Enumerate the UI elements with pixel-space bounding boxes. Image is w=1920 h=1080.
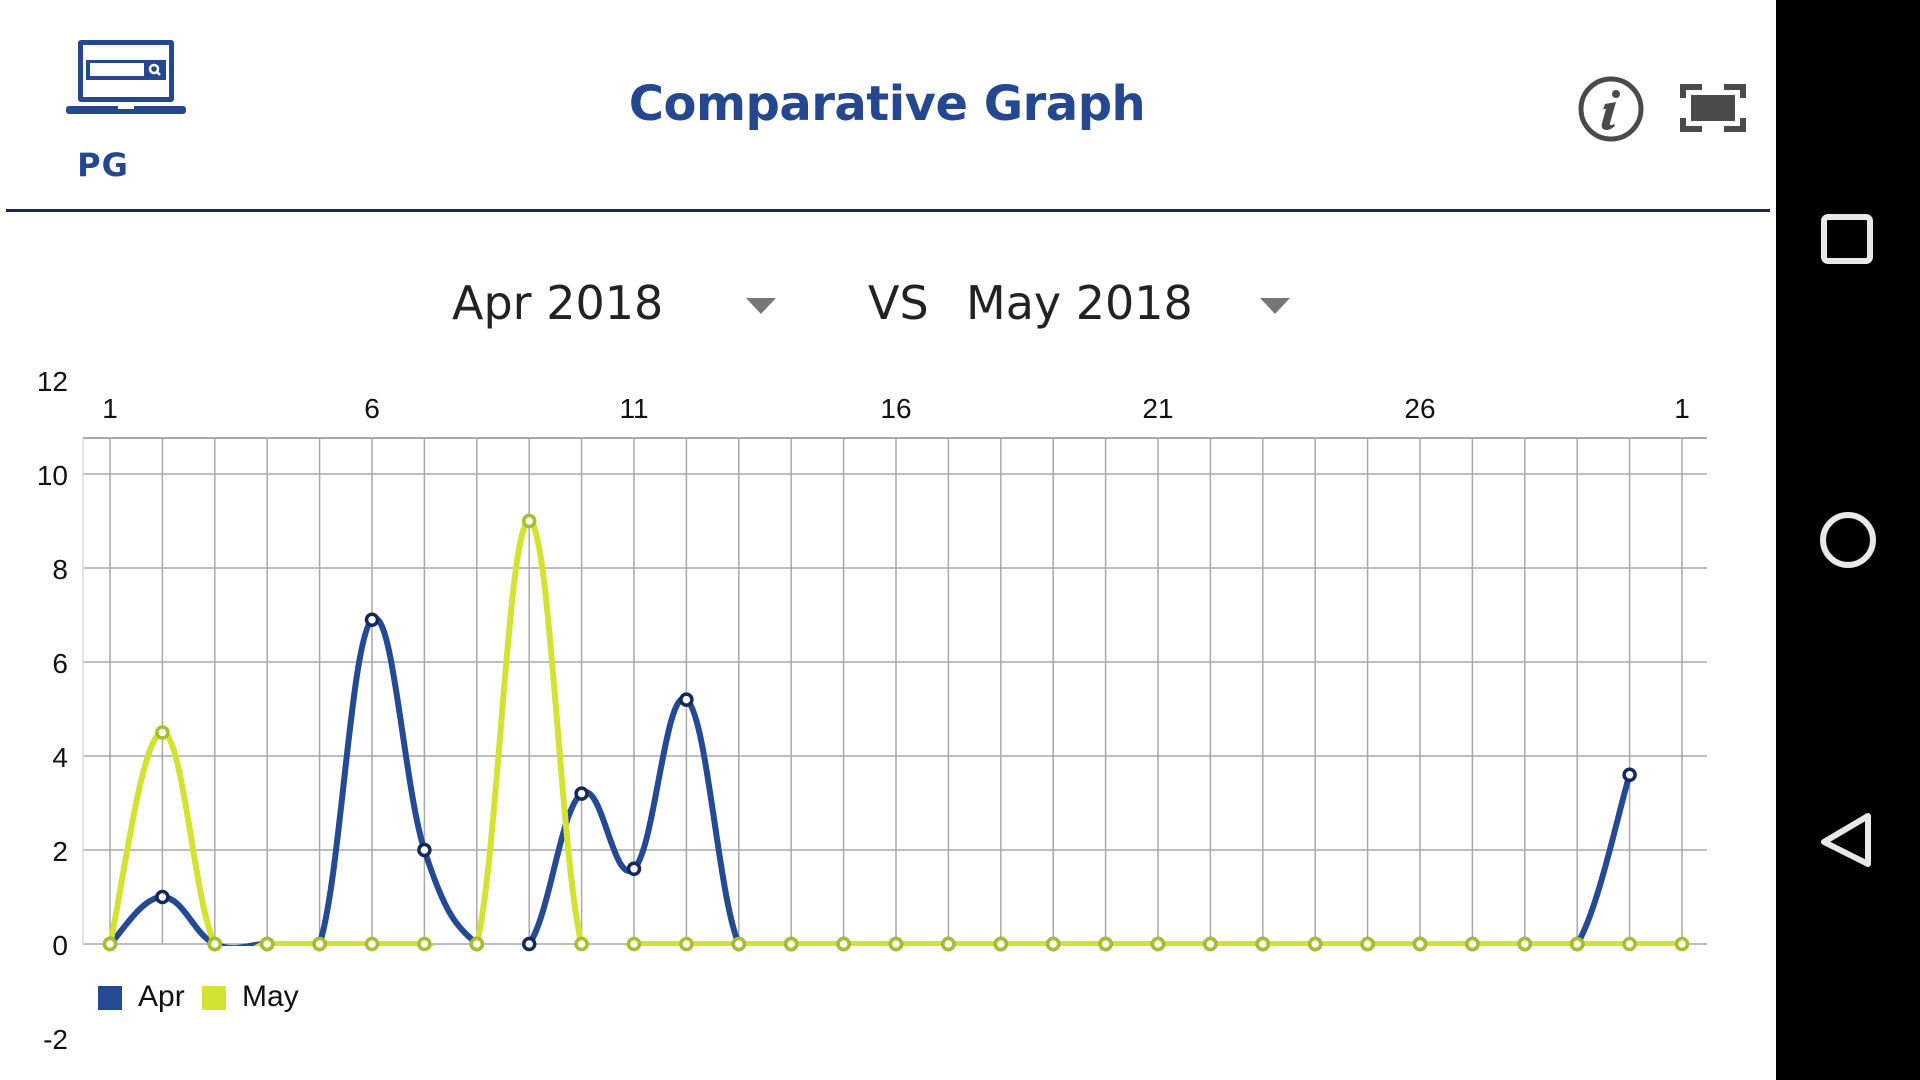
y-tick-label: 4 xyxy=(52,742,68,773)
app-screen: PG Comparative Graph Apr 2018 May 2018 V… xyxy=(0,0,1776,1080)
data-point-may xyxy=(469,936,485,952)
data-point-may xyxy=(1465,936,1480,952)
data-point-apr xyxy=(1622,767,1637,783)
data-point-may xyxy=(1098,936,1113,952)
data-point-may xyxy=(1622,936,1637,952)
page-title: Comparative Graph xyxy=(628,76,1146,132)
data-point-may xyxy=(207,936,223,952)
data-point-apr xyxy=(626,861,642,877)
data-point-apr xyxy=(574,786,589,801)
data-point-may xyxy=(417,936,432,952)
x-tick-label: 1 xyxy=(1674,393,1690,424)
recents-button[interactable] xyxy=(1812,204,1884,276)
y-tick-label: 6 xyxy=(52,648,68,679)
home-circle-icon xyxy=(1820,512,1876,568)
data-point-may xyxy=(1674,936,1690,952)
y-tick-label: -2 xyxy=(43,1024,68,1055)
y-tick-label: 2 xyxy=(52,836,68,867)
android-nav-bar xyxy=(1776,0,1920,1080)
data-point-may xyxy=(836,936,851,952)
data-point-may xyxy=(783,936,799,952)
data-point-may xyxy=(1203,936,1218,952)
data-point-apr xyxy=(679,692,694,707)
back-triangle-icon xyxy=(1821,813,1871,867)
data-point-may xyxy=(1517,936,1533,952)
data-point-may xyxy=(1150,936,1166,952)
vs-label: VS xyxy=(868,276,929,330)
fit-screen-icon xyxy=(1680,84,1746,132)
data-point-may xyxy=(364,936,380,952)
logo-label: PG xyxy=(77,146,129,184)
y-tick-label: 12 xyxy=(37,366,68,397)
dropdown-arrow-icon xyxy=(746,298,776,314)
right-month-value: May 2018 xyxy=(966,276,1193,330)
y-tick-label: 10 xyxy=(37,460,68,491)
data-point-may xyxy=(1045,936,1061,952)
data-point-may xyxy=(521,513,537,529)
data-point-may xyxy=(259,936,275,952)
data-point-apr xyxy=(521,936,537,952)
dropdown-arrow-icon xyxy=(1260,298,1290,314)
left-month-value: Apr 2018 xyxy=(452,276,664,330)
home-button[interactable] xyxy=(1812,504,1884,576)
data-point-may xyxy=(1569,936,1585,952)
legend-label-may: May xyxy=(242,980,299,1013)
data-point-apr xyxy=(364,612,380,627)
laptop-search-icon xyxy=(66,40,186,114)
x-tick-label: 1 xyxy=(102,393,118,424)
recents-square-icon xyxy=(1821,214,1873,264)
x-tick-label: 16 xyxy=(880,393,911,424)
x-tick-label: 21 xyxy=(1142,393,1173,424)
data-point-may xyxy=(888,936,904,952)
y-tick-label: 8 xyxy=(52,554,68,585)
x-tick-label: 6 xyxy=(364,393,380,424)
legend-swatch-may xyxy=(202,986,226,1010)
legend-swatch-apr xyxy=(98,986,122,1010)
data-point-may xyxy=(941,936,956,952)
data-point-may xyxy=(993,936,1009,952)
data-point-apr xyxy=(155,889,170,905)
data-point-may xyxy=(102,936,118,952)
y-tick-label: 0 xyxy=(52,930,68,961)
data-point-may xyxy=(1307,936,1323,952)
info-icon xyxy=(1578,76,1644,142)
info-button[interactable] xyxy=(1578,76,1644,142)
data-point-may xyxy=(574,936,589,952)
series-line-apr xyxy=(107,615,1633,946)
data-point-may xyxy=(731,936,747,952)
data-point-apr xyxy=(417,842,432,858)
x-tick-label: 11 xyxy=(619,393,648,424)
x-tick-label: 26 xyxy=(1404,393,1435,424)
legend-label-apr: Apr xyxy=(138,980,185,1013)
data-point-may xyxy=(1360,936,1375,952)
data-point-may xyxy=(626,936,642,952)
header-divider xyxy=(6,209,1770,212)
left-month-dropdown[interactable]: Apr 2018 xyxy=(452,270,782,340)
data-point-may xyxy=(1412,936,1428,952)
data-point-may xyxy=(312,936,327,952)
chart-canvas: 121086420-21 6 11 16 21 26 1 xyxy=(37,366,1707,1055)
back-button[interactable] xyxy=(1812,804,1884,876)
data-point-may xyxy=(155,725,170,740)
data-point-may xyxy=(679,936,694,952)
right-month-dropdown[interactable]: May 2018 xyxy=(966,270,1296,340)
fit-screen-button[interactable] xyxy=(1680,84,1746,132)
data-point-may xyxy=(1255,936,1271,952)
comparative-chart: 12 10 8 6 4 2 0 -2 1 6 11 16 21 26 1 xyxy=(0,360,1776,1080)
logo-button[interactable]: PG xyxy=(60,34,190,194)
